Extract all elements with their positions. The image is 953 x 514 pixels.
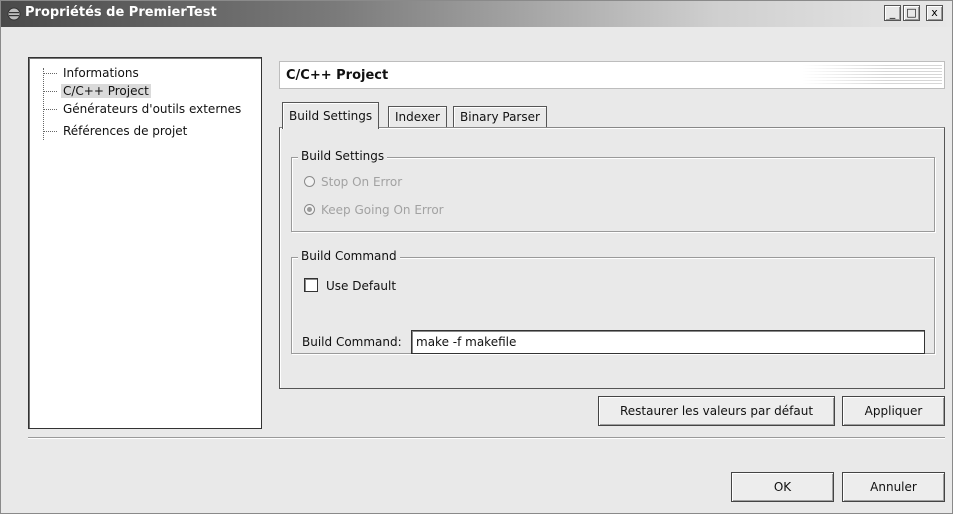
tree-item-external-tool-builders[interactable]: Générateurs d'outils externes — [43, 100, 243, 118]
minimize-button[interactable]: _ — [884, 5, 901, 21]
maximize-button[interactable]: □ — [903, 5, 920, 21]
ok-button[interactable]: OK — [731, 472, 834, 502]
page-title: C/C++ Project — [286, 68, 389, 83]
build-command-input[interactable] — [411, 330, 925, 354]
stop-on-error-radio[interactable]: Stop On Error — [304, 173, 402, 191]
tree-branch-icon — [43, 73, 57, 74]
tree-item-cpp-project[interactable]: C/C++ Project — [43, 82, 151, 100]
build-settings-group-title: Build Settings — [298, 149, 388, 163]
page-header: C/C++ Project — [279, 61, 945, 89]
stop-on-error-label: Stop On Error — [321, 175, 403, 189]
separator — [28, 437, 945, 439]
tab-panel: Build Settings Stop On Error Keep Going … — [279, 127, 945, 389]
restore-defaults-button[interactable]: Restaurer les valeurs par défaut — [598, 396, 835, 426]
tree-item-project-references[interactable]: Références de projet — [43, 122, 189, 140]
tab-indexer[interactable]: Indexer — [388, 106, 447, 128]
apply-button[interactable]: Appliquer — [842, 396, 945, 426]
properties-dialog: Propriétés de PremierTest _ □ x Informat… — [0, 0, 953, 514]
title-bar[interactable]: Propriétés de PremierTest _ □ x — [1, 1, 952, 27]
tree-branch-icon — [43, 109, 57, 110]
tree-item-label: Générateurs d'outils externes — [63, 102, 242, 116]
keep-going-on-error-radio[interactable]: Keep Going On Error — [304, 201, 444, 219]
property-tree[interactable]: Informations C/C++ Project Générateurs d… — [28, 57, 262, 429]
tree-item-label: Informations — [63, 66, 139, 80]
header-decoration — [802, 65, 942, 85]
radio-unchecked-icon — [304, 176, 315, 187]
tab-build-settings[interactable]: Build Settings — [282, 102, 380, 129]
keep-going-on-error-label: Keep Going On Error — [321, 203, 444, 217]
build-command-group: Build Command Use Default Build Command: — [291, 249, 935, 354]
window-icon — [7, 7, 21, 21]
tree-item-label: Références de projet — [63, 124, 188, 138]
use-default-label: Use Default — [326, 279, 397, 293]
build-command-group-title: Build Command — [298, 249, 400, 263]
build-settings-group: Build Settings Stop On Error Keep Going … — [291, 149, 935, 232]
tree-branch-icon — [43, 131, 57, 132]
tab-binary-parser[interactable]: Binary Parser — [453, 106, 547, 128]
checkbox-unchecked-icon — [304, 278, 318, 292]
build-command-field-label: Build Command: — [302, 335, 402, 349]
tree-item-label: C/C++ Project — [61, 84, 151, 98]
use-default-checkbox[interactable]: Use Default — [304, 277, 396, 295]
cancel-button[interactable]: Annuler — [842, 472, 945, 502]
tree-branch-icon — [43, 91, 57, 92]
window-title: Propriétés de PremierTest — [25, 5, 217, 20]
close-button[interactable]: x — [926, 5, 943, 21]
tree-item-informations[interactable]: Informations — [43, 64, 141, 82]
radio-checked-icon — [304, 204, 315, 215]
